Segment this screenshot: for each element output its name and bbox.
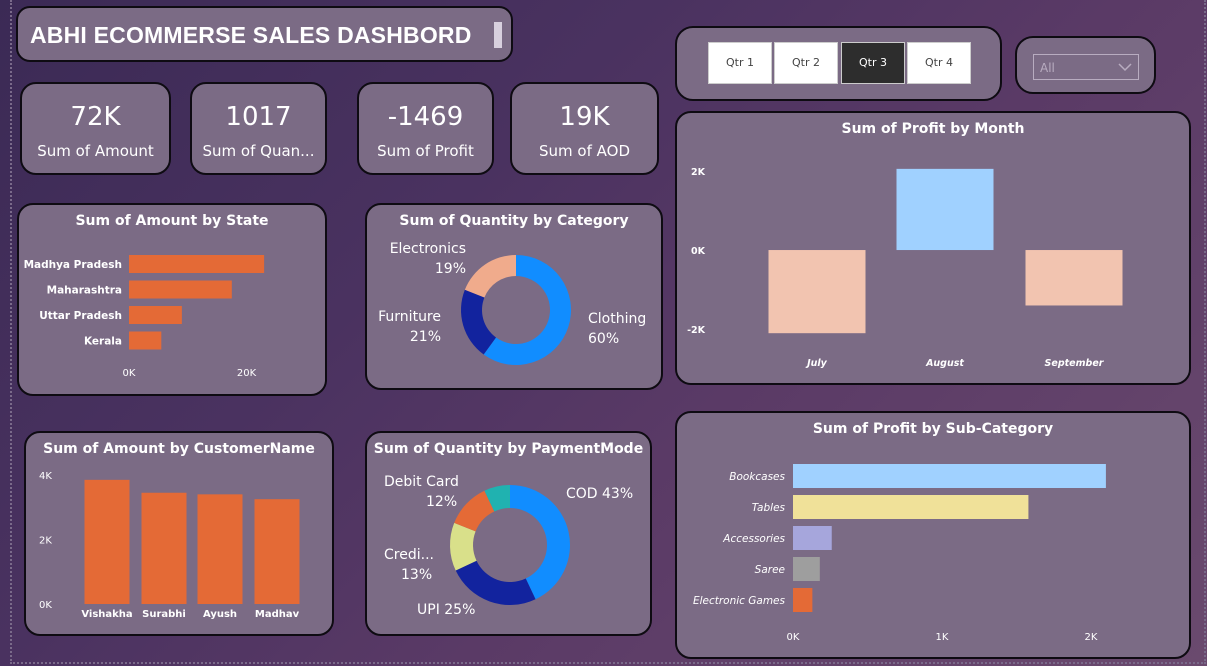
quarter-button-4[interactable]: Qtr 4 xyxy=(907,42,971,84)
state-bar xyxy=(129,331,162,350)
credit-pct: 13% xyxy=(401,567,432,583)
clothing-pct: 60% xyxy=(588,331,619,347)
chart-card-amount-by-customer: Sum of Amount by CustomerName Vishakha Su… xyxy=(24,431,334,636)
state-label: Maharashtra xyxy=(47,285,122,297)
quarter-button-3[interactable]: Qtr 3 xyxy=(841,42,905,84)
profit-by-month-chart: July August September 2K 0K -2K xyxy=(687,167,1123,369)
dashboard-title: ABHI ECOMMERSE SALES DASHBORD xyxy=(30,22,472,48)
x-tick-label: 20K xyxy=(237,368,257,379)
y-tick-label: 4K xyxy=(39,471,52,482)
cod-label: COD 43% xyxy=(566,486,633,502)
month-bar xyxy=(1025,250,1123,306)
state-label: Madhya Pradesh xyxy=(24,259,122,271)
chart-card-quantity-by-payment: Sum of Quantity by PaymentMode COD 43% UP… xyxy=(365,431,652,636)
upi-label: UPI 25% xyxy=(417,602,475,618)
kpi-label: Sum of Amount xyxy=(37,142,154,160)
customer-bar xyxy=(84,479,130,604)
state-bar xyxy=(129,280,232,299)
kpi-label: Sum of AOD xyxy=(539,142,630,160)
customer-label: Surabhi xyxy=(142,609,186,620)
x-tick-label: 2K xyxy=(1085,632,1098,643)
profit-by-subcategory-chart: Bookcases Tables Accessories Saree Electroni… xyxy=(693,464,1106,643)
debit-label: Debit Card xyxy=(384,474,459,490)
month-label: September xyxy=(1045,358,1105,369)
state-bar xyxy=(129,306,182,324)
customer-bar xyxy=(141,492,187,604)
kpi-label: Sum of Profit xyxy=(377,142,474,160)
customer-label: Ayush xyxy=(203,609,237,620)
month-label: July xyxy=(805,358,828,369)
chevron-down-icon xyxy=(1118,63,1132,72)
y-tick-label: 2K xyxy=(691,167,706,178)
clothing-label: Clothing xyxy=(588,311,646,327)
kpi-value: 72K xyxy=(70,102,121,132)
filter-dropdown-card: All xyxy=(1015,36,1156,94)
customer-bar xyxy=(254,499,300,604)
kpi-card-profit: -1469 Sum of Profit xyxy=(357,82,494,175)
donut-slice-upi xyxy=(455,560,536,605)
chart-card-profit-by-subcategory: Sum of Profit by Sub-Category Bookcases T… xyxy=(675,411,1191,659)
x-tick-label: 0K xyxy=(787,632,800,643)
filter-dropdown[interactable]: All xyxy=(1033,54,1139,80)
quantity-by-category-chart: Clothing 60% Furniture 21% Electronics 19% xyxy=(378,241,646,365)
dashboard-title-box: ABHI ECOMMERSE SALES DASHBORD xyxy=(16,6,513,62)
month-bar xyxy=(896,168,994,251)
quarter-button-1[interactable]: Qtr 1 xyxy=(708,42,772,84)
chart-card-amount-by-state: Sum of Amount by State Madhya Pradesh Mah… xyxy=(17,203,327,396)
credit-label: Credi... xyxy=(384,547,434,563)
chart-card-profit-by-month: Sum of Profit by Month July August Septemb… xyxy=(675,111,1191,385)
kpi-card-quantity: 1017 Sum of Quan... xyxy=(190,82,327,175)
x-tick-label: 0K xyxy=(123,368,136,379)
quantity-by-payment-chart: COD 43% UPI 25% Credi... 13% Debit Card 12% xyxy=(384,474,633,618)
y-tick-label: 0K xyxy=(691,246,706,257)
kpi-value: 19K xyxy=(559,102,610,132)
kpi-card-amount: 72K Sum of Amount xyxy=(20,82,171,175)
quarter-slicer: Qtr 1 Qtr 2 Qtr 3 Qtr 4 xyxy=(675,26,1002,101)
subcategory-bar xyxy=(793,526,832,550)
subcategory-label: Tables xyxy=(752,502,786,514)
y-tick-label: -2K xyxy=(687,325,706,336)
kpi-label: Sum of Quan... xyxy=(202,142,315,160)
state-bar xyxy=(129,255,265,273)
x-tick-label: 1K xyxy=(936,632,949,643)
kpi-value: 1017 xyxy=(225,102,292,132)
debit-pct: 12% xyxy=(426,494,457,510)
text-cursor xyxy=(494,22,502,48)
y-tick-label: 2K xyxy=(39,536,52,547)
state-label: Uttar Pradesh xyxy=(39,310,122,322)
y-tick-label: 0K xyxy=(39,600,52,611)
month-bar xyxy=(768,250,866,334)
state-label: Kerala xyxy=(84,336,122,348)
subcategory-label: Electronic Games xyxy=(693,595,786,607)
subcategory-bar xyxy=(793,495,1029,519)
chart-card-quantity-by-category: Sum of Quantity by Category Clothing 60% F… xyxy=(365,203,663,390)
electronics-label: Electronics xyxy=(390,241,466,257)
kpi-card-aod: 19K Sum of AOD xyxy=(510,82,659,175)
subcategory-label: Saree xyxy=(755,564,785,576)
customer-bar xyxy=(197,494,243,604)
customer-label: Vishakha xyxy=(81,609,132,620)
furniture-label: Furniture xyxy=(378,309,441,325)
subcategory-bar xyxy=(793,588,813,612)
customer-label: Madhav xyxy=(255,609,300,620)
subcategory-label: Accessories xyxy=(722,533,785,545)
month-label: August xyxy=(925,358,964,369)
subcategory-bar xyxy=(793,464,1106,488)
subcategory-label: Bookcases xyxy=(729,471,785,483)
dropdown-value: All xyxy=(1040,61,1055,75)
furniture-pct: 21% xyxy=(410,329,441,345)
amount-by-state-chart: Madhya Pradesh Maharashtra Uttar Pradesh Ke… xyxy=(24,255,265,379)
kpi-value: -1469 xyxy=(387,102,464,132)
electronics-pct: 19% xyxy=(435,261,466,277)
quarter-button-2[interactable]: Qtr 2 xyxy=(774,42,838,84)
amount-by-customer-chart: Vishakha Surabhi Ayush Madhav 4K 2K 0K xyxy=(39,471,300,620)
subcategory-bar xyxy=(793,557,820,581)
donut-slice-electronics xyxy=(464,255,516,298)
